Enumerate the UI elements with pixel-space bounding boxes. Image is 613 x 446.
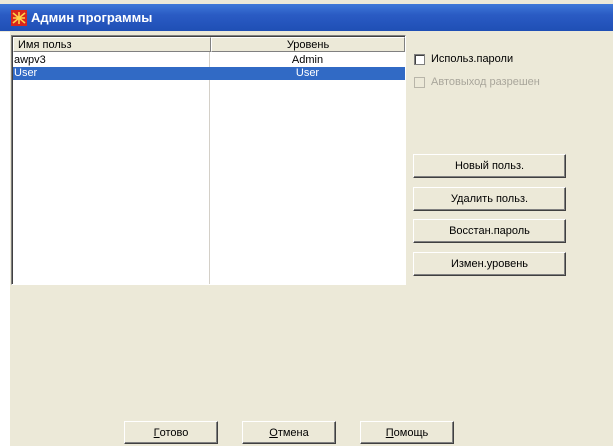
cell-user-name: awpv3 [14, 54, 46, 66]
table-row[interactable]: awpv3 Admin [13, 54, 405, 67]
restore-password-button[interactable]: Восстан.пароль [413, 219, 566, 243]
auto-logout-label: Автовыход разрешен [431, 76, 540, 88]
window-title: Админ программы [31, 10, 153, 25]
use-passwords-label: Использ.пароли [431, 53, 514, 65]
title-bar[interactable]: Админ программы [0, 4, 613, 31]
cell-user-level: Admin [291, 54, 324, 66]
table-row-selected[interactable]: User User [13, 67, 405, 80]
cancel-mnemonic: О [269, 426, 278, 439]
auto-logout-checkbox [414, 76, 425, 88]
help-label-rest: омощь [393, 426, 429, 439]
delete-user-button[interactable]: Удалить польз. [413, 187, 566, 211]
cell-user-level: User [295, 67, 320, 79]
help-button[interactable]: Помощь [360, 421, 454, 444]
use-passwords-checkbox[interactable] [414, 53, 425, 65]
new-user-button[interactable]: Новый польз. [413, 154, 566, 178]
auto-logout-option: Автовыход разрешен [414, 75, 540, 89]
ok-button[interactable]: Готово [124, 421, 218, 444]
change-level-button[interactable]: Измен.уровень [413, 252, 566, 276]
column-header-name[interactable]: Имя польз [13, 37, 211, 52]
cancel-button[interactable]: Отмена [242, 421, 336, 444]
background-strip [0, 32, 10, 446]
cancel-label-rest: тмена [277, 426, 309, 439]
admin-window: Админ программы Имя польз Уровень awpv3 … [0, 0, 613, 446]
list-header: Имя польз Уровень [13, 37, 405, 52]
column-header-level[interactable]: Уровень [211, 37, 405, 52]
column-divider [209, 52, 210, 284]
ok-label-rest: отово [159, 426, 189, 439]
use-passwords-option[interactable]: Использ.пароли [414, 52, 513, 66]
app-flag-icon [11, 9, 27, 26]
users-list[interactable]: Имя польз Уровень awpv3 Admin User User [11, 35, 406, 285]
cell-user-name: User [14, 67, 38, 79]
help-mnemonic: П [385, 426, 394, 439]
